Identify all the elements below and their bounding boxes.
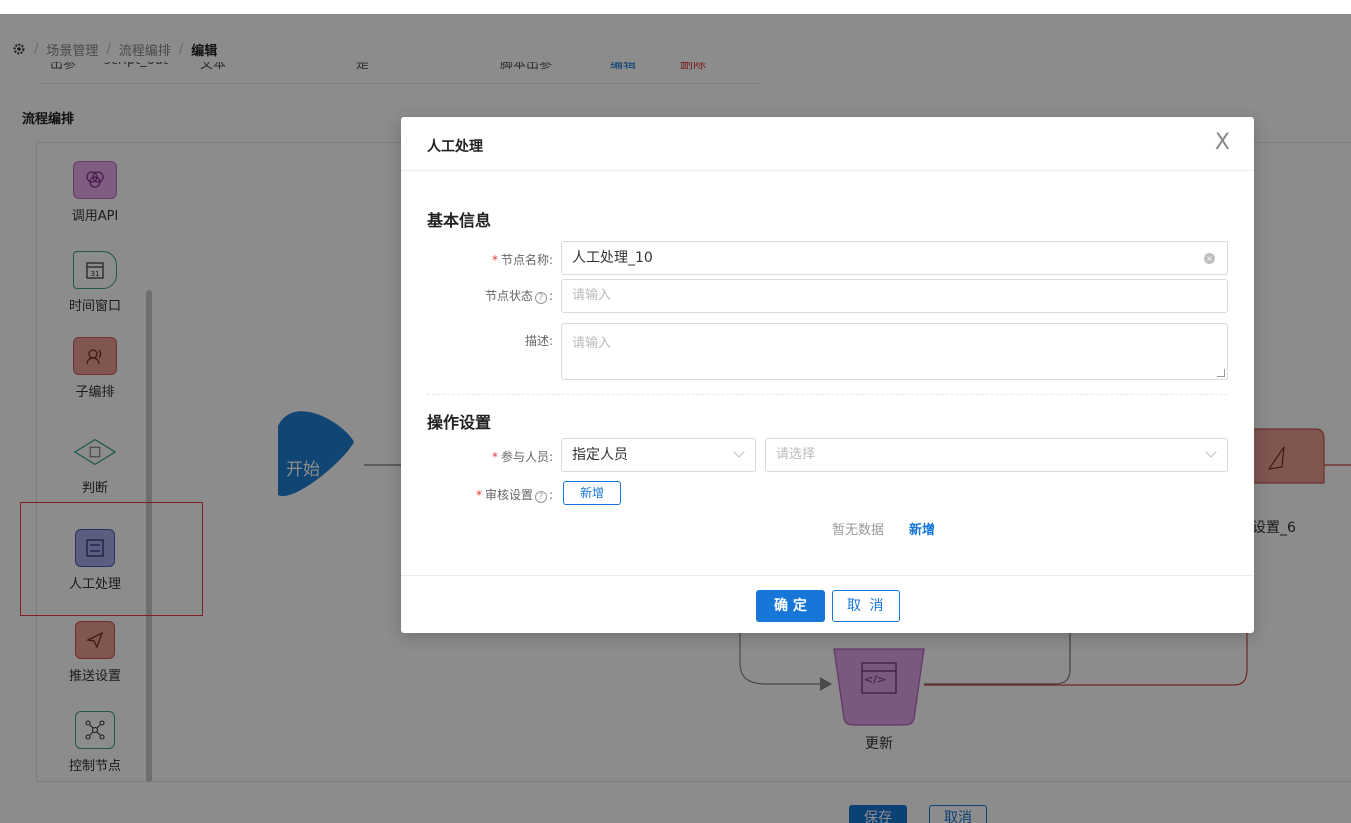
- node-name-label: * 节点名称:: [491, 253, 553, 267]
- node-name-value: 人工处理_10: [572, 250, 653, 266]
- description-placeholder: 请输入: [572, 336, 612, 351]
- dialog-header: 人工处理 X: [401, 117, 1254, 171]
- description-label: 描述:: [524, 334, 553, 348]
- participants-label: * 参与人员:: [491, 450, 553, 464]
- empty-data-text: 暂无数据: [832, 523, 885, 538]
- clear-icon[interactable]: ×: [1204, 253, 1215, 264]
- review-settings-label: * 审核设置?:: [475, 488, 553, 503]
- resize-handle-icon[interactable]: [1217, 369, 1225, 377]
- help-icon[interactable]: ?: [534, 292, 547, 304]
- dialog-cancel-button[interactable]: 取 消: [832, 590, 901, 622]
- node-status-label: 节点状态?:: [484, 289, 553, 304]
- required-mark: *: [491, 450, 498, 464]
- manual-process-dialog: 人工处理 X 基本信息 * 节点名称: 人工处理_10 × 节点状态?: 请输入 …: [401, 117, 1254, 633]
- empty-add-link[interactable]: 新增: [909, 519, 935, 538]
- review-add-button[interactable]: 新增: [563, 481, 622, 505]
- required-mark: *: [475, 488, 482, 502]
- dialog-footer: 确 定 取 消: [401, 575, 1254, 633]
- chevron-down-icon: [733, 446, 745, 458]
- section-divider: [427, 394, 1228, 395]
- operation-settings-title: 操作设置: [427, 413, 492, 432]
- basic-info-title: 基本信息: [427, 211, 492, 230]
- chevron-down-icon: [1205, 446, 1217, 458]
- close-icon[interactable]: X: [1215, 131, 1230, 155]
- participants-type-value: 指定人员: [572, 447, 628, 463]
- description-textarea[interactable]: 请输入: [561, 323, 1228, 380]
- required-mark: *: [491, 253, 498, 267]
- node-name-input[interactable]: 人工处理_10 ×: [561, 241, 1228, 275]
- node-status-input[interactable]: 请输入: [561, 279, 1228, 313]
- dialog-title: 人工处理: [427, 139, 483, 155]
- help-icon[interactable]: ?: [534, 491, 547, 503]
- confirm-button[interactable]: 确 定: [756, 590, 825, 622]
- participants-placeholder: 请选择: [776, 447, 816, 462]
- participants-type-select[interactable]: 指定人员: [561, 438, 756, 472]
- participants-select[interactable]: 请选择: [765, 438, 1228, 472]
